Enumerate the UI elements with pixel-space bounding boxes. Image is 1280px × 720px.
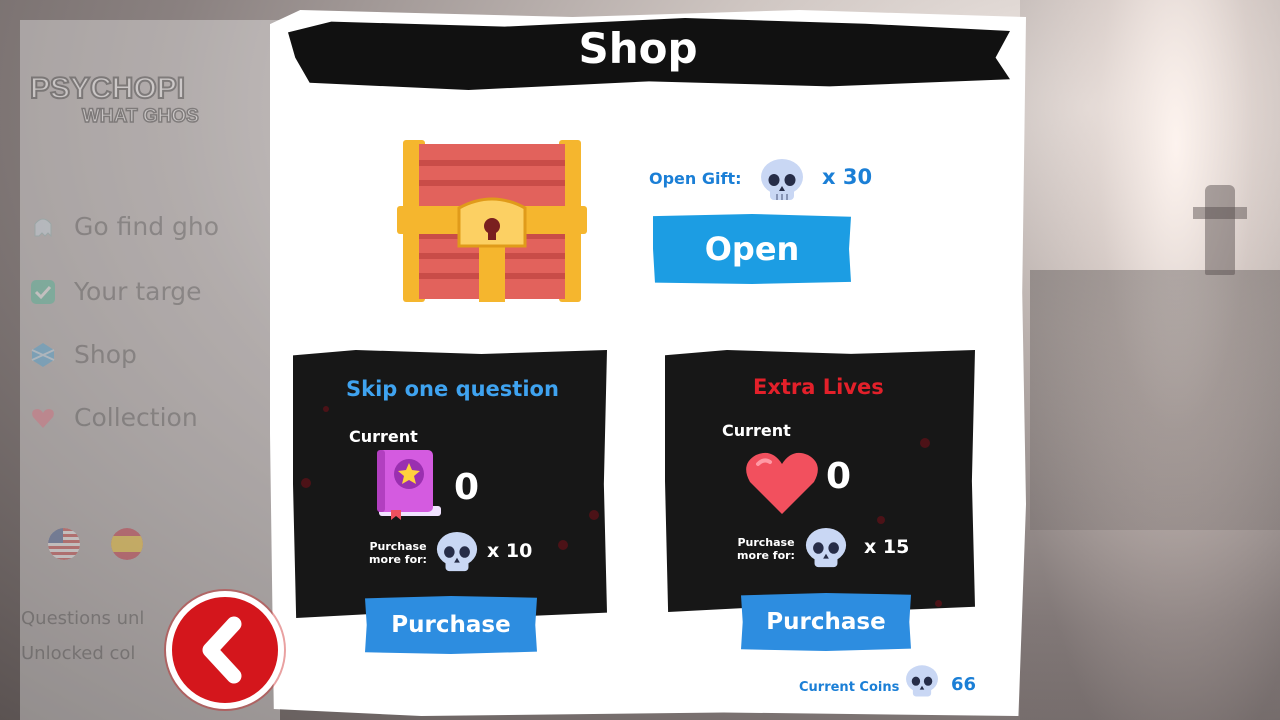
current-coins-label: Current Coins	[799, 680, 900, 695]
background-fence	[1030, 270, 1280, 530]
gift-cost: x 30	[822, 165, 873, 189]
current-label: Current	[722, 421, 791, 440]
questions-unlocked-text: Questions unl	[21, 608, 145, 629]
back-button[interactable]	[166, 591, 284, 709]
skull-coin-icon	[805, 527, 847, 568]
extra-lives-title: Extra Lives	[753, 375, 884, 399]
checkbox-icon	[31, 279, 55, 304]
unlocked-collection-text: Unlocked col	[21, 643, 136, 664]
current-coins-value: 66	[951, 674, 977, 695]
game-logo-title: PSYCHOPI	[29, 71, 186, 106]
sidebar-item-shop[interactable]: Shop	[30, 340, 137, 369]
usa-flag-icon[interactable]	[48, 528, 80, 560]
purchase-more-label: Purchase more for:	[737, 536, 795, 562]
game-logo-subtitle: WHAT GHOS	[81, 105, 199, 128]
sidebar-item-collection[interactable]: Collection	[30, 403, 198, 432]
purchase-more-label: Purchase more for:	[369, 540, 427, 566]
sidebar-item-label: Your targe	[74, 277, 202, 306]
skull-coin-icon	[761, 159, 803, 200]
skip-question-title: Skip one question	[346, 377, 559, 401]
lives-cost: x 15	[864, 536, 910, 558]
purchase-lives-button[interactable]: Purchase	[741, 593, 911, 651]
skip-cost: x 10	[487, 540, 533, 562]
current-label: Current	[349, 427, 418, 446]
sidebar-item-find-ghosts[interactable]: Go find gho	[30, 212, 219, 241]
heart-icon	[32, 408, 54, 428]
open-gift-label: Open Gift:	[649, 169, 742, 188]
sidebar-item-label: Go find gho	[74, 212, 220, 241]
page-title: Shop	[578, 24, 698, 73]
sidebar-item-targets[interactable]: Your targe	[30, 277, 202, 306]
treasure-chest-icon[interactable]	[397, 138, 587, 304]
ghost-icon	[34, 218, 52, 237]
open-gift-button[interactable]: Open	[653, 214, 851, 284]
skull-coin-icon	[906, 665, 938, 697]
background-grave-cross	[1193, 185, 1247, 275]
skull-coin-icon	[436, 531, 478, 572]
chevron-left-icon	[202, 616, 242, 684]
book-icon	[377, 450, 441, 520]
sidebar-item-label: Collection	[74, 403, 198, 432]
skip-current-count: 0	[454, 467, 480, 508]
sidebar-item-label: Shop	[74, 340, 137, 369]
heart-icon	[746, 452, 818, 514]
lives-current-count: 0	[826, 456, 852, 497]
purchase-skip-button[interactable]: Purchase	[365, 596, 537, 654]
spain-flag-icon[interactable]	[111, 528, 143, 560]
gem-icon	[31, 342, 55, 367]
